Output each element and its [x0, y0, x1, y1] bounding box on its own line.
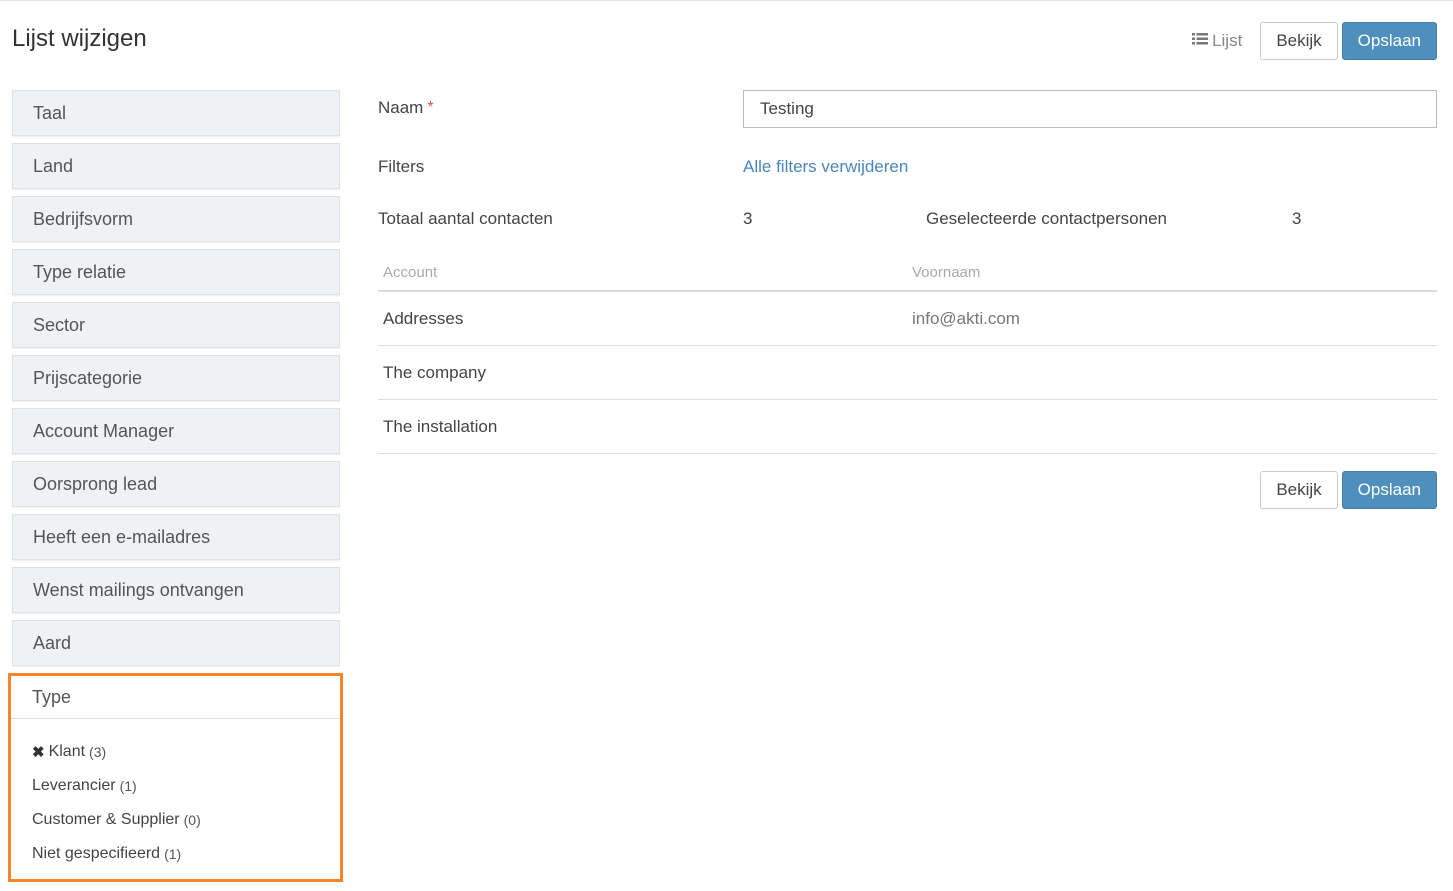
- filter-land[interactable]: Land: [12, 143, 340, 189]
- account-cell: The installation: [378, 399, 907, 454]
- type-option-label: Klant: [48, 743, 86, 760]
- contacts-table: Account Voornaam Addresses info@akti.com…: [378, 254, 1437, 454]
- list-icon: [1192, 31, 1209, 51]
- type-option-leverancier[interactable]: Leverancier (1): [32, 769, 340, 803]
- column-header-account[interactable]: Account: [378, 254, 907, 292]
- list-link-label: Lijst: [1212, 31, 1243, 50]
- type-filter-options: ✖ Klant (3) Leverancier (1) Customer & S…: [11, 719, 340, 871]
- type-option-label: Leverancier: [32, 777, 116, 794]
- bottom-actions: Bekijk Opslaan: [1260, 471, 1437, 509]
- type-option-customer-supplier[interactable]: Customer & Supplier (0): [32, 803, 340, 837]
- filter-heeft-emailadres[interactable]: Heeft een e-mailadres: [12, 514, 340, 560]
- table-row[interactable]: Addresses info@akti.com: [378, 291, 1437, 346]
- save-button[interactable]: Opslaan: [1341, 22, 1437, 60]
- name-label: Naam: [378, 98, 424, 117]
- remove-icon[interactable]: ✖: [32, 743, 45, 761]
- type-option-niet-gespecifieerd[interactable]: Niet gespecifieerd (1): [32, 837, 340, 871]
- account-cell: Addresses: [378, 291, 907, 346]
- view-button-bottom[interactable]: Bekijk: [1260, 471, 1338, 509]
- type-filter-panel: Type ✖ Klant (3) Leverancier (1) Custome…: [8, 673, 343, 882]
- selected-contacts-value: 3: [1292, 209, 1302, 228]
- name-input[interactable]: [743, 90, 1437, 128]
- column-header-voornaam[interactable]: Voornaam: [907, 254, 1437, 292]
- account-cell: The company: [378, 345, 907, 400]
- type-option-label: Niet gespecifieerd: [32, 845, 161, 862]
- filter-aard[interactable]: Aard: [12, 620, 340, 666]
- filters-row: Filters: [378, 157, 424, 177]
- selected-contacts-value-wrap: 3: [1292, 209, 1301, 229]
- filter-oorsprong-lead[interactable]: Oorsprong lead: [12, 461, 340, 507]
- remove-all-filters-link[interactable]: Alle filters verwijderen: [743, 157, 908, 177]
- filter-sector[interactable]: Sector: [12, 302, 340, 348]
- type-filter-header[interactable]: Type: [11, 676, 340, 719]
- type-option-label: Customer & Supplier: [32, 811, 180, 828]
- voornaam-cell: [907, 399, 1437, 454]
- remove-filters-row: Alle filters verwijderen: [743, 157, 908, 177]
- type-option-count: (1): [164, 846, 182, 862]
- total-contacts-value-wrap: 3: [743, 209, 752, 229]
- filter-prijscategorie[interactable]: Prijscategorie: [12, 355, 340, 401]
- voornaam-cell: [907, 345, 1437, 400]
- selected-contacts-label: Geselecteerde contactpersonen: [926, 209, 1167, 228]
- required-marker: *: [427, 99, 434, 116]
- total-contacts-value: 3: [743, 209, 753, 228]
- filter-bedrijfsvorm[interactable]: Bedrijfsvorm: [12, 196, 340, 242]
- page-title: Lijst wijzigen: [12, 25, 147, 52]
- filter-taal[interactable]: Taal: [12, 90, 340, 136]
- list-link[interactable]: Lijst: [1192, 31, 1242, 51]
- filter-account-manager[interactable]: Account Manager: [12, 408, 340, 454]
- table-row[interactable]: The installation: [378, 399, 1437, 454]
- type-option-count: (3): [89, 744, 107, 760]
- type-option-count: (0): [183, 812, 201, 828]
- type-option-klant[interactable]: ✖ Klant (3): [32, 735, 340, 769]
- top-actions: Lijst Bekijk Opslaan: [1192, 22, 1437, 60]
- view-button[interactable]: Bekijk: [1260, 22, 1338, 60]
- filter-sidebar: Taal Land Bedrijfsvorm Type relatie Sect…: [12, 90, 340, 673]
- selected-contacts-wrap: Geselecteerde contactpersonen: [926, 209, 1167, 229]
- voornaam-cell: info@akti.com: [907, 291, 1437, 346]
- table-row[interactable]: The company: [378, 345, 1437, 400]
- type-option-count: (1): [119, 778, 137, 794]
- totals-row: Totaal aantal contacten: [378, 209, 553, 229]
- filters-label: Filters: [378, 157, 425, 176]
- save-button-bottom[interactable]: Opslaan: [1341, 471, 1437, 509]
- total-contacts-label: Totaal aantal contacten: [378, 209, 553, 228]
- filter-type-relatie[interactable]: Type relatie: [12, 249, 340, 295]
- filter-wenst-mailings[interactable]: Wenst mailings ontvangen: [12, 567, 340, 613]
- table-header-row: Account Voornaam: [378, 254, 1437, 292]
- name-row: Naam *: [378, 98, 434, 118]
